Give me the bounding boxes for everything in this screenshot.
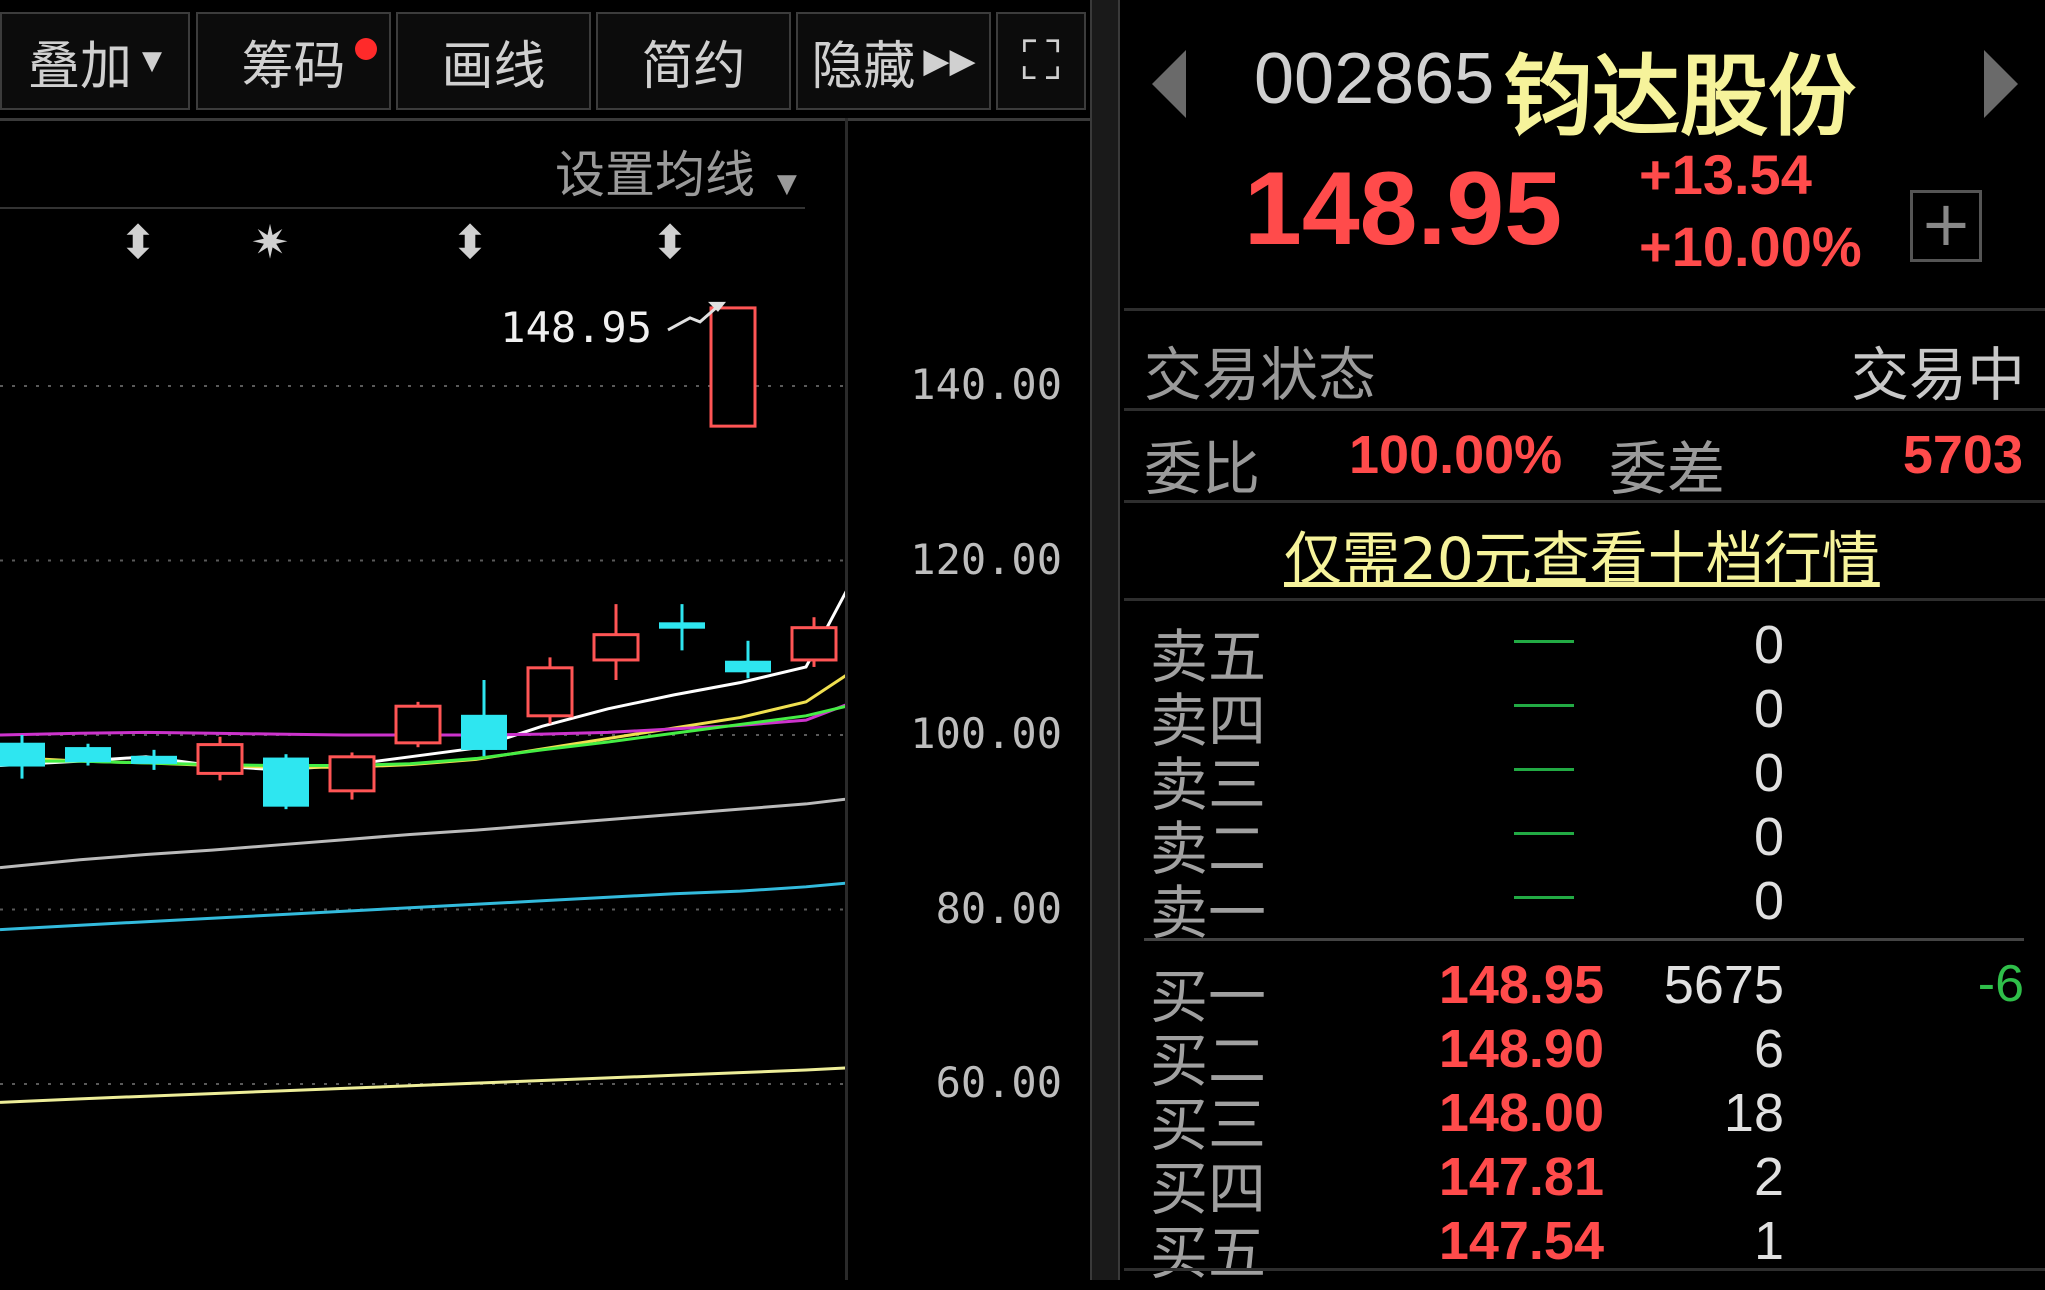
overlay-label: 叠加 — [27, 36, 132, 97]
simple-mode-button[interactable]: 简约 — [596, 12, 791, 110]
divider — [1124, 500, 2045, 503]
candle-body-down — [131, 755, 177, 764]
sell-level-volume: 0 — [1753, 807, 1784, 867]
candle-body-down — [263, 757, 309, 807]
empty-price-dash — [1514, 704, 1574, 707]
order-ratio-value: 100.00% — [1349, 425, 1563, 485]
order-diff-label: 委差 — [1609, 435, 1726, 503]
chart-toolbar: 叠加 ▼ 筹码 画线 简约 隐藏 ▶▶ ⛶ — [0, 0, 1090, 121]
event-marker-icon[interactable]: ⬍ — [119, 215, 158, 269]
event-marker-icon[interactable]: ⬍ — [651, 215, 690, 269]
orderbook-divider — [1144, 938, 2024, 941]
buy-level-price: 147.54 — [1438, 1211, 1604, 1271]
prev-stock-icon[interactable] — [1152, 50, 1186, 118]
event-marker-icon[interactable]: ✷ — [251, 215, 290, 269]
y-tick-label: 100.00 — [910, 709, 1062, 758]
chips-label: 筹码 — [241, 36, 346, 97]
order-diff-value: 5703 — [1902, 425, 2023, 485]
candle-body-up — [196, 743, 244, 775]
buy-level-label: 买五 — [1150, 1219, 1267, 1287]
empty-price-dash — [1514, 640, 1574, 643]
candle-body-down — [659, 622, 705, 629]
candle-body-down — [65, 747, 111, 763]
chart-divider — [845, 118, 848, 1280]
price-change-percent: +10.00% — [1639, 215, 1862, 278]
candle-body-down — [0, 742, 45, 767]
y-tick-label: 120.00 — [910, 534, 1062, 584]
candle-body-up — [526, 666, 574, 718]
simple-mode-label: 简约 — [641, 36, 746, 97]
hide-button[interactable]: 隐藏 ▶▶ — [796, 12, 991, 110]
hide-label: 隐藏 — [811, 36, 916, 97]
price-axis: 140.00 120.00 100.00 80.00 60.00 — [845, 118, 1090, 1280]
stock-name: 钧达股份 — [1504, 45, 1857, 148]
candle-body-up — [394, 704, 442, 745]
last-price-pointer — [667, 306, 717, 332]
draw-line-label: 画线 — [441, 36, 546, 97]
y-tick-label: 60.00 — [935, 1058, 1062, 1107]
double-arrow-icon: ▶▶ — [923, 41, 976, 81]
order-ratio-label: 委比 — [1144, 435, 1261, 503]
buy-level-volume: 2 — [1753, 1147, 1784, 1207]
buy-level-change: -6 — [1977, 955, 2024, 1013]
candle-body-up — [592, 633, 640, 662]
candle-body-down — [461, 714, 507, 750]
sell-level-volume: 0 — [1753, 871, 1784, 931]
candle-body-up — [790, 626, 838, 662]
quote-panel: 002865 钧达股份 148.95 +13.54 +10.00% + 交易状态… — [1124, 0, 2045, 1287]
buy-level-volume: 1 — [1753, 1211, 1784, 1271]
buy-level-price: 148.95 — [1438, 955, 1604, 1015]
next-stock-icon[interactable] — [1984, 50, 2018, 118]
divider — [1124, 1268, 2045, 1271]
empty-price-dash — [1514, 896, 1574, 899]
ma-line — [0, 881, 845, 932]
last-price-label: 148.95 — [500, 303, 652, 352]
divider — [1124, 408, 2045, 411]
buy-level-price: 148.90 — [1438, 1019, 1604, 1079]
ma-line — [0, 797, 845, 870]
add-watchlist-button[interactable]: + — [1910, 190, 1982, 262]
buy-level-price: 147.81 — [1438, 1147, 1604, 1207]
candle-body-down — [725, 660, 771, 673]
buy-level-volume: 5675 — [1663, 955, 1784, 1015]
divider — [1124, 308, 2045, 311]
sell-level-volume: 0 — [1753, 679, 1784, 739]
trade-status-value: 交易中 — [1850, 341, 2025, 409]
fullscreen-button[interactable]: ⛶ — [996, 12, 1086, 110]
sell-level-volume: 0 — [1753, 743, 1784, 803]
fullscreen-icon: ⛶ — [1022, 29, 1060, 92]
notification-dot-icon — [355, 38, 377, 60]
event-marker-icon[interactable]: ⬍ — [451, 215, 490, 269]
kline-chart[interactable]: 148.95⬍ ✷ ⬍ ⬍ — [0, 118, 845, 1280]
chips-button[interactable]: 筹码 — [196, 12, 391, 110]
candle-body-up — [709, 306, 757, 428]
buy-level-volume: 18 — [1723, 1083, 1784, 1143]
y-tick-label: 80.00 — [935, 883, 1062, 933]
buy-level-volume: 6 — [1753, 1019, 1784, 1079]
sell-level-volume: 0 — [1753, 615, 1784, 675]
trade-status-label: 交易状态 — [1144, 341, 1377, 409]
price-change: +13.54 — [1639, 143, 1812, 206]
buy-level-price: 148.00 — [1438, 1083, 1604, 1143]
overlay-button[interactable]: 叠加 ▼ — [0, 12, 190, 110]
panel-splitter[interactable] — [1090, 0, 1120, 1280]
last-price: 148.95 — [1244, 151, 1563, 267]
empty-price-dash — [1514, 832, 1574, 835]
level10-promo-link[interactable]: 仅需20元查看十档行情 — [1284, 512, 1880, 596]
stock-code: 002865 — [1254, 39, 1495, 119]
empty-price-dash — [1514, 768, 1574, 771]
ma-line — [0, 1066, 845, 1104]
y-tick-label: 140.00 — [910, 360, 1062, 409]
caret-down-icon: ▼ — [142, 46, 162, 76]
divider — [1124, 598, 2045, 601]
candle-body-up — [328, 755, 376, 793]
draw-line-button[interactable]: 画线 — [396, 12, 591, 110]
